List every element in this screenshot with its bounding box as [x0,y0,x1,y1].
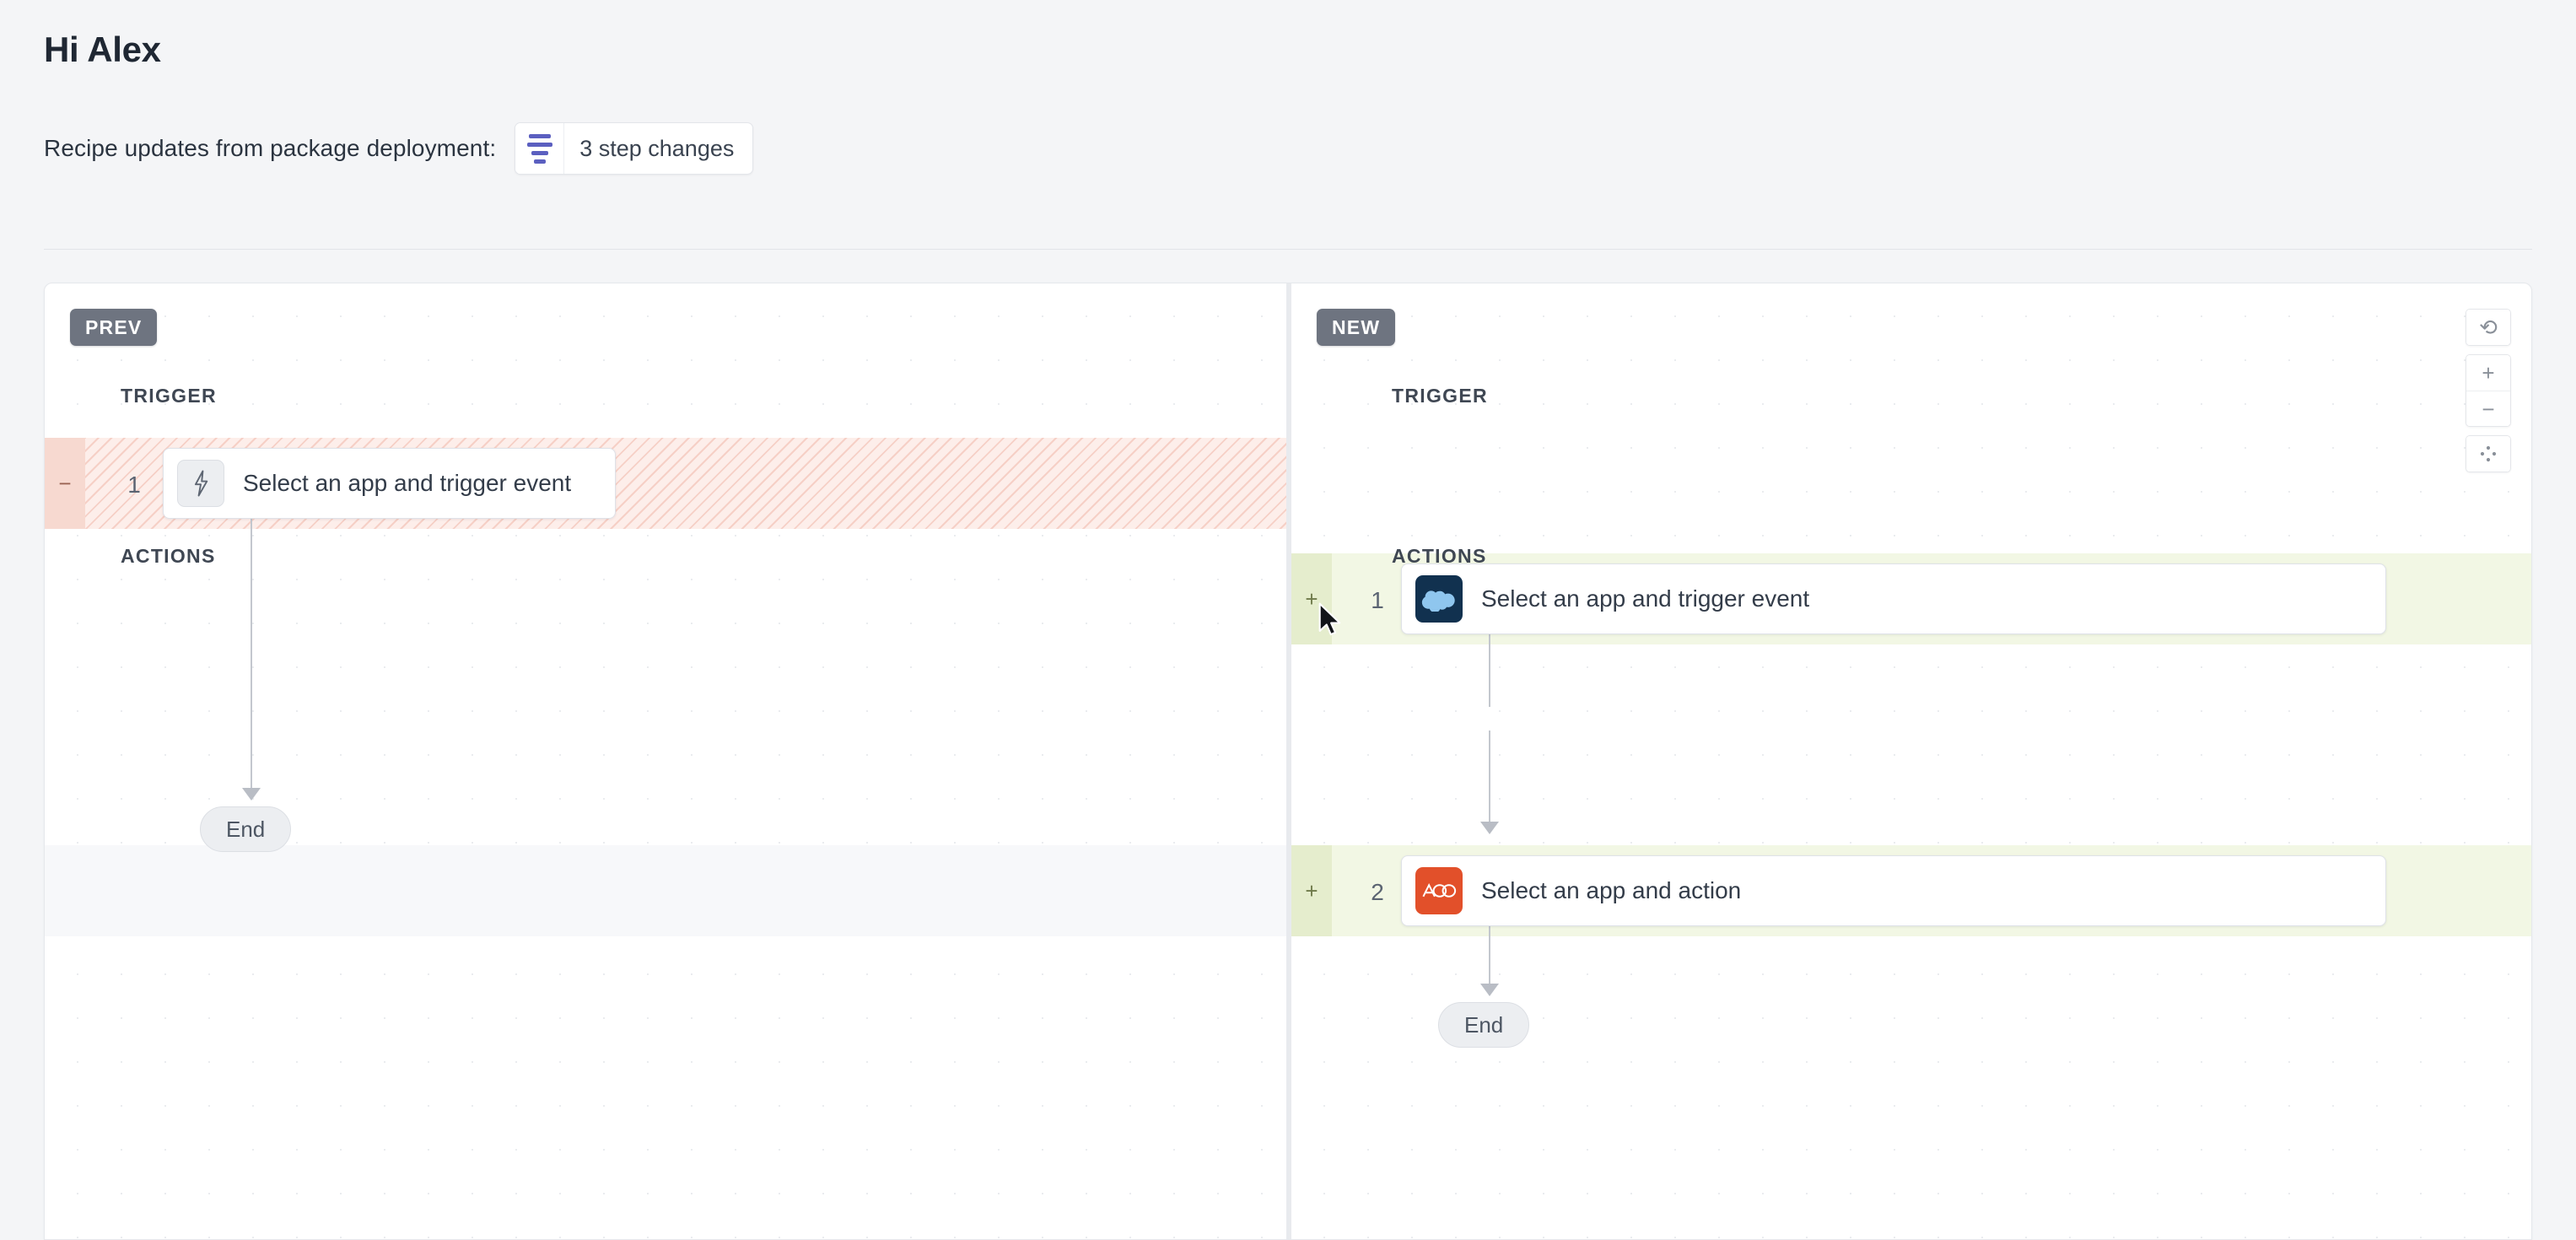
adp-icon [1415,867,1463,914]
diff-gutter-added-2[interactable]: + [1291,845,1332,936]
header-divider [44,249,2532,250]
page-title: Hi Alex [44,30,161,70]
page-header: Hi Alex Recipe updates from package depl… [0,0,2576,250]
new-connector-arrow-1 [1480,822,1499,834]
new-connector-arrow-2 [1480,984,1499,996]
fit-view-icon[interactable] [2466,436,2510,472]
prev-connector-arrow [242,788,261,801]
diff-band-neutral [45,845,1290,936]
prev-pane: − PREV TRIGGER ACTIONS 1 Select an app a… [45,283,1290,1240]
prev-connector [251,519,252,791]
prev-trigger-section-label: TRIGGER [121,385,217,407]
new-step-index-1: 1 [1361,587,1394,614]
prev-badge: PREV [70,309,157,346]
prev-step-card-1[interactable]: Select an app and trigger event [163,448,616,519]
steps-list-icon [515,123,564,174]
diff-gutter-removed[interactable]: − [45,438,85,529]
prev-actions-section-label: ACTIONS [121,545,216,568]
new-badge: NEW [1317,309,1395,346]
new-step-label-1: Select an app and trigger event [1481,585,1809,612]
zoom-in-icon[interactable]: + [2466,355,2510,391]
new-step-card-2[interactable]: Select an app and action [1401,855,2386,926]
new-step-index-2: 2 [1361,879,1394,906]
canvas-zoom-controls: ⟲ + − [2466,309,2511,472]
new-connector-3 [1489,926,1490,987]
step-changes-chip[interactable]: 3 step changes [515,122,753,175]
recipe-updates-label: Recipe updates from package deployment: [44,135,496,162]
salesforce-cloud-icon [1415,575,1463,623]
diff-canvas: − PREV TRIGGER ACTIONS 1 Select an app a… [44,283,2532,1240]
zoom-out-icon[interactable]: − [2466,391,2510,426]
new-step-label-2: Select an app and action [1481,877,1741,904]
new-connector-2 [1489,731,1490,825]
new-trigger-section-label: TRIGGER [1392,385,1488,407]
diff-gutter-added-1[interactable]: + [1291,553,1332,644]
prev-end-node[interactable]: End [200,806,291,852]
prev-step-label-1: Select an app and trigger event [243,470,571,497]
dot-grid-background [1291,283,2532,1240]
new-connector-1 [1489,634,1490,707]
new-end-node[interactable]: End [1438,1002,1529,1048]
lightning-bolt-icon [177,460,224,507]
pane-resize-divider[interactable] [1286,283,1291,1240]
reset-view-icon[interactable]: ⟲ [2466,310,2510,345]
step-changes-label: 3 step changes [564,123,752,174]
new-step-card-1[interactable]: Select an app and trigger event [1401,563,2386,634]
new-pane: + + NEW TRIGGER ACTIONS 1 Select an app … [1291,283,2532,1240]
app-root: Hi Alex Recipe updates from package depl… [0,0,2576,1240]
prev-step-index-1: 1 [117,472,151,499]
recipe-updates-line: Recipe updates from package deployment: … [44,122,753,175]
dot-grid-background [45,283,1290,1240]
